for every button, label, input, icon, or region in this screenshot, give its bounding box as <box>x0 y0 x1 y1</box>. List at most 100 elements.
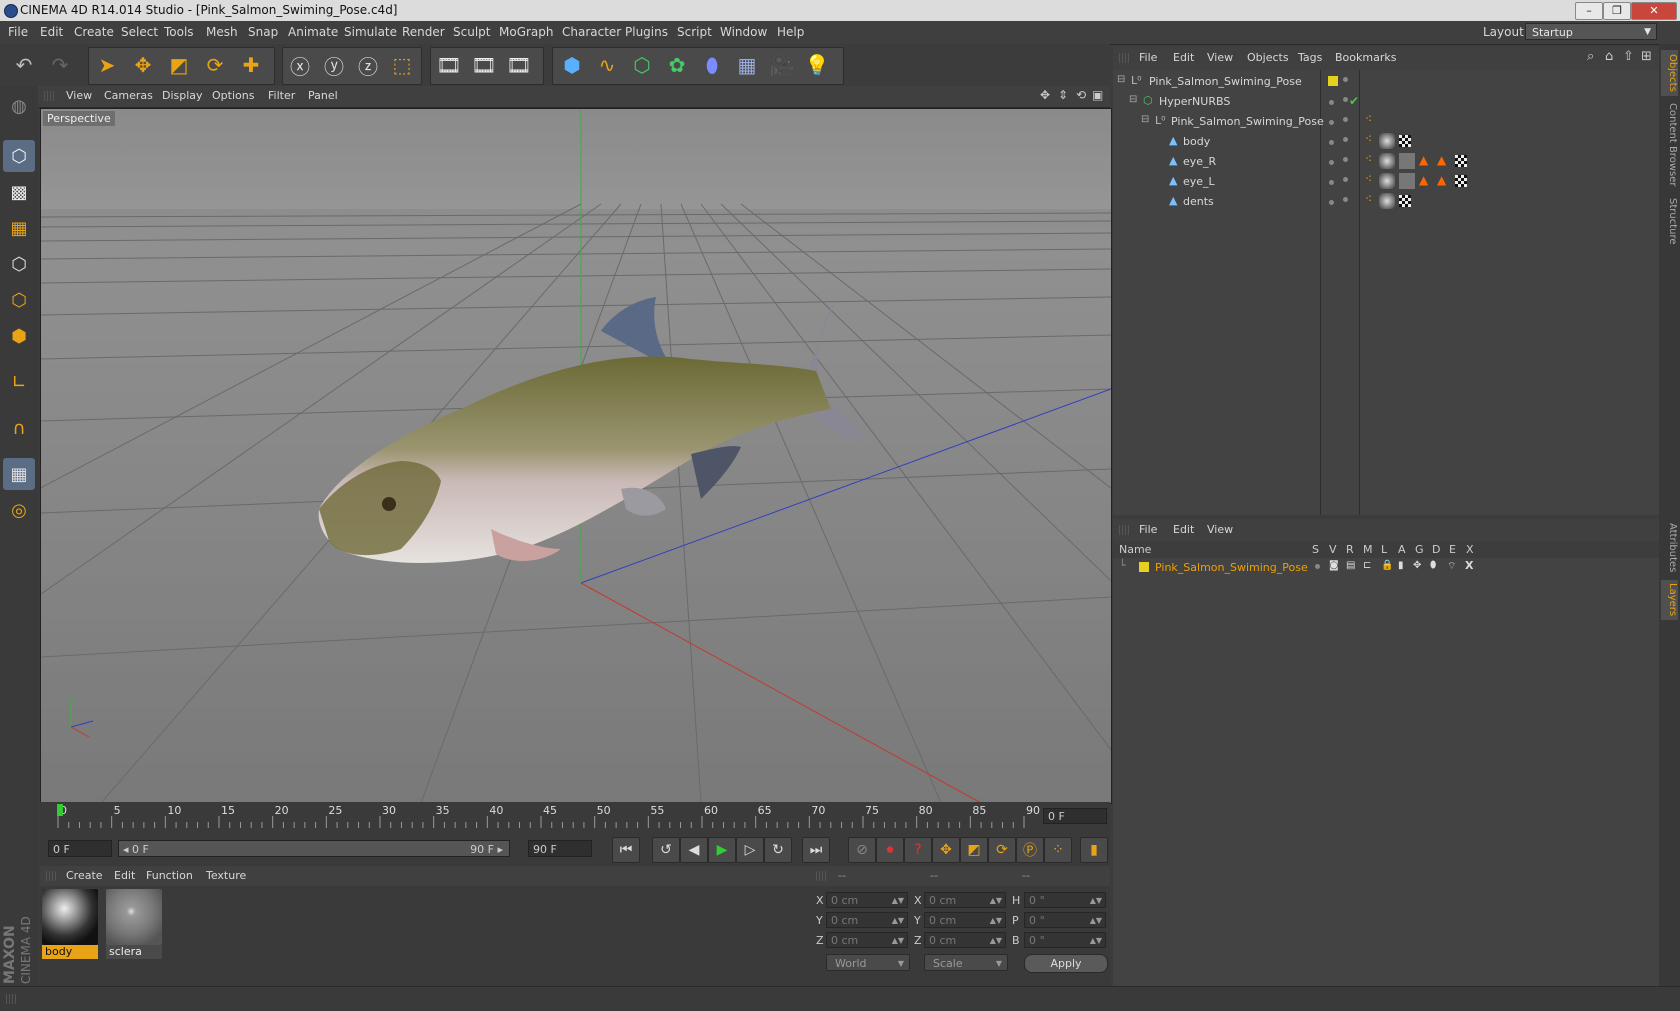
render-visibility-dot[interactable] <box>1343 137 1348 142</box>
deformer-toggle-icon[interactable]: ⬮ <box>1430 560 1436 571</box>
viewport-pan-icon[interactable]: ✥ <box>1040 88 1050 102</box>
menu-tools[interactable]: Tools <box>164 25 194 39</box>
viewport-menu-view[interactable]: View <box>66 89 92 102</box>
viewport-camera-label[interactable]: Perspective <box>43 111 115 126</box>
editor-visibility-dot[interactable] <box>1329 160 1334 165</box>
column-xref[interactable]: X <box>1466 543 1474 556</box>
size-mode-dropdown[interactable]: Scale ▼ <box>924 954 1008 971</box>
menu-animate[interactable]: Animate <box>288 25 338 39</box>
phong-tag-icon[interactable]: ⁖ <box>1365 172 1372 186</box>
viewport-menu-options[interactable]: Options <box>212 89 254 102</box>
uvw-tag-icon[interactable] <box>1399 195 1411 207</box>
menu-create[interactable]: Create <box>74 25 114 39</box>
key-pla-icon[interactable]: ⁘ <box>1044 837 1072 863</box>
texture-mode-icon[interactable]: ▩ <box>3 176 35 208</box>
scale-icon[interactable]: ◩ <box>163 49 195 81</box>
layer-color-swatch[interactable] <box>1139 562 1149 572</box>
layout-select[interactable]: Startup ▼ <box>1525 23 1657 40</box>
keyframe-selection-icon[interactable]: ? <box>904 837 932 863</box>
rotation-p-field[interactable]: 0 ° ▲▼ <box>1024 912 1106 928</box>
column-view[interactable]: V <box>1329 543 1337 556</box>
viewport-rotate-icon[interactable]: ⟲ <box>1076 88 1086 102</box>
material-tag-icon[interactable] <box>1379 173 1395 189</box>
locked-workplane-icon[interactable]: ▦ <box>3 458 35 490</box>
editor-visibility-dot[interactable] <box>1329 180 1334 185</box>
uvw-tag-icon[interactable] <box>1455 175 1467 187</box>
playhead-marker[interactable] <box>57 804 63 816</box>
polygons-mode-icon[interactable]: ⬢ <box>3 320 35 352</box>
panel-grip[interactable] <box>46 871 56 881</box>
rotation-h-field[interactable]: 0 ° ▲▼ <box>1024 892 1106 908</box>
object-menu-file[interactable]: File <box>1139 51 1157 64</box>
column-expressions[interactable]: E <box>1449 543 1456 556</box>
generator-toggle-icon[interactable]: ✥ <box>1413 560 1421 571</box>
render-settings-icon[interactable]: 🎞 <box>503 49 535 81</box>
collapse-icon[interactable]: ⊟ <box>1117 74 1125 85</box>
object-menu-tags[interactable]: Tags <box>1298 51 1322 64</box>
key-param-icon[interactable]: Ⓟ <box>1016 837 1044 863</box>
column-solo[interactable]: S <box>1312 543 1319 556</box>
solo-toggle-icon[interactable] <box>1315 564 1320 569</box>
tree-row[interactable]: ⊟ ⬡ HyperNURBS ✔ <box>1113 92 1659 112</box>
manager-toggle-icon[interactable]: ⊏ <box>1363 560 1371 571</box>
axis-mode-icon[interactable]: ∟ <box>3 366 35 398</box>
uvw-tag-icon[interactable] <box>1455 155 1467 167</box>
layer-color-swatch[interactable] <box>1328 76 1338 86</box>
visibility-dot[interactable] <box>1343 77 1348 82</box>
floor-icon[interactable]: ▦ <box>731 49 763 81</box>
move-icon[interactable]: ✥ <box>127 49 159 81</box>
selection-tag-icon[interactable]: ▲ <box>1419 153 1428 167</box>
menu-window[interactable]: Window <box>720 25 767 39</box>
tree-row[interactable]: ▲ eye_L ⁖ ▲ ▲ <box>1113 172 1659 192</box>
material-menu-texture[interactable]: Texture <box>206 869 246 882</box>
editor-visibility-dot[interactable] <box>1329 140 1334 145</box>
collapse-icon[interactable]: ⊟ <box>1141 114 1149 125</box>
cube-icon[interactable]: ⬢ <box>556 49 588 81</box>
menu-snap[interactable]: Snap <box>248 25 278 39</box>
undo-icon[interactable]: ↶ <box>8 49 40 81</box>
start-frame-field[interactable]: 0 F <box>48 840 112 857</box>
menu-render[interactable]: Render <box>402 25 445 39</box>
live-selection-icon[interactable]: ➤ <box>91 49 123 81</box>
size-x-field[interactable]: 0 cm ▲▼ <box>924 892 1006 908</box>
previous-frame-icon[interactable]: ◀ <box>680 837 708 863</box>
tab-content-browser[interactable]: Content Browser <box>1661 100 1678 190</box>
layer-row[interactable]: └ Pink_Salmon_Swiming_Pose ◙ ▤ ⊏ 🔒 ▮ ✥ ⬮… <box>1113 558 1659 578</box>
selection-tag-icon[interactable]: ▲ <box>1419 173 1428 187</box>
animation-toggle-icon[interactable]: ▮ <box>1398 560 1404 571</box>
collapse-icon[interactable]: ⊟ <box>1129 94 1137 105</box>
key-scale-icon[interactable]: ◩ <box>960 837 988 863</box>
magnet-icon[interactable]: ∩ <box>3 412 35 444</box>
tab-structure[interactable]: Structure <box>1661 194 1678 248</box>
tree-row[interactable]: ▲ body ⁖ <box>1113 132 1659 152</box>
next-frame-icon[interactable]: ▷ <box>736 837 764 863</box>
panel-grip[interactable] <box>6 994 16 1004</box>
menu-mograph[interactable]: MoGraph <box>499 25 554 39</box>
tab-layers[interactable]: Layers <box>1661 580 1678 620</box>
render-visibility-dot[interactable] <box>1343 97 1348 102</box>
maximize-button[interactable]: ❐ <box>1603 2 1631 20</box>
phong-tag-icon[interactable]: ⁖ <box>1365 192 1372 206</box>
timeline-ruler[interactable]: 0 5 10 15 20 25 30 35 40 45 50 55 60 65 70 75 80 85 90 <box>40 802 1110 833</box>
tree-row[interactable]: ⊟ L⁰ Pink_Salmon_Swiming_Pose <box>1113 72 1659 92</box>
column-manager[interactable]: M <box>1363 543 1373 556</box>
render-visibility-dot[interactable] <box>1343 117 1348 122</box>
planar-workplane-icon[interactable]: ◎ <box>3 494 35 526</box>
timeline-window-icon[interactable]: ▮ <box>1080 837 1108 863</box>
deformer-icon[interactable]: ⬮ <box>696 49 728 81</box>
up-arrow-icon[interactable]: ⇧ <box>1623 49 1634 64</box>
spline-icon[interactable]: ∿ <box>591 49 623 81</box>
model-mode-icon[interactable]: ⬡ <box>3 140 35 172</box>
tree-row[interactable]: ▲ eye_R ⁖ ▲ ▲ <box>1113 152 1659 172</box>
menu-character[interactable]: Character <box>562 25 621 39</box>
viewport-zoom-icon[interactable]: ⇕ <box>1058 88 1068 102</box>
menu-select[interactable]: Select <box>121 25 158 39</box>
material-swatch-body[interactable]: body <box>42 889 98 961</box>
coordinate-mode-dropdown[interactable]: World ▼ <box>826 954 910 971</box>
recent-tool-icon[interactable]: ✚ <box>235 49 267 81</box>
previous-key-icon[interactable]: ↺ <box>652 837 680 863</box>
menu-script[interactable]: Script <box>677 25 712 39</box>
object-menu-view[interactable]: View <box>1207 51 1233 64</box>
camera-icon[interactable]: 🎥 <box>766 49 798 81</box>
tab-objects[interactable]: Objects <box>1661 50 1678 96</box>
